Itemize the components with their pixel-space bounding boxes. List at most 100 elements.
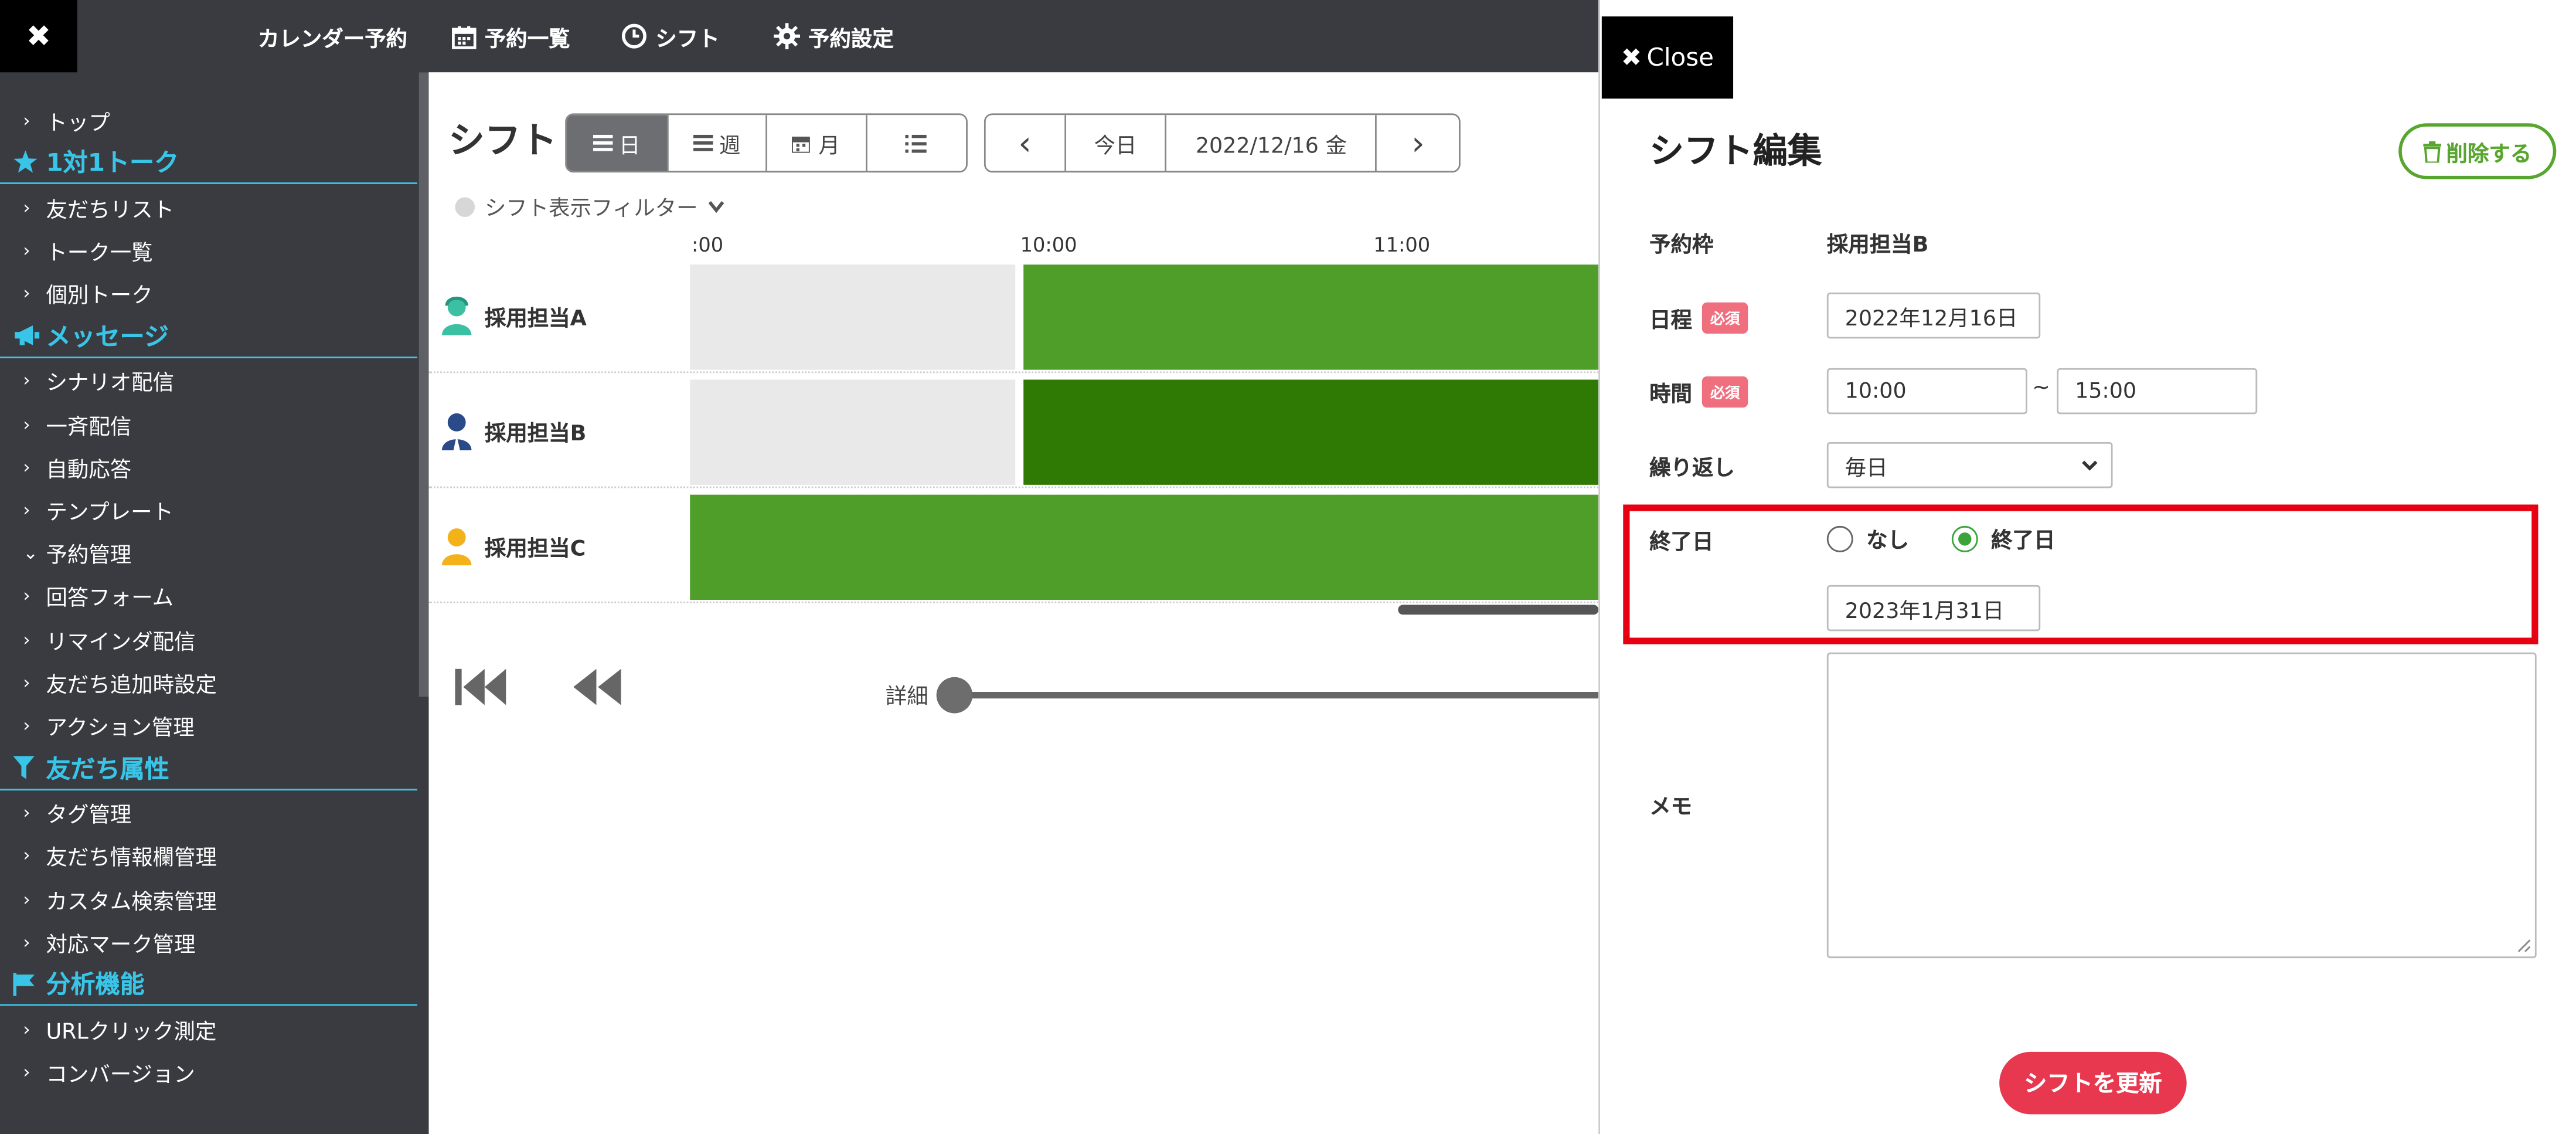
unavailable-slot	[690, 379, 1016, 485]
view-list-button[interactable]	[866, 115, 967, 171]
chevron-right-icon: ›	[23, 585, 30, 607]
sidebar-section-header: 友だち属性	[0, 747, 417, 790]
shift-bar-selected[interactable]	[1023, 379, 1599, 485]
sidebar-item[interactable]: › リマインダ配信	[0, 618, 417, 661]
skip-first-icon[interactable]	[455, 667, 508, 707]
flag-icon	[13, 973, 46, 996]
sidebar-close-button[interactable]: ✖	[0, 0, 77, 73]
chevron-right-icon: ›	[23, 845, 30, 867]
shift-row: 採用担当C	[428, 490, 1599, 603]
sidebar-item-label: URLクリック測定	[46, 1020, 217, 1045]
slot-value: 採用担当B	[1826, 233, 1929, 259]
delete-label: 削除する	[2446, 142, 2532, 167]
sidebar-item[interactable]: › 友だちリスト	[0, 186, 417, 229]
end-date-radio[interactable]: 終了日	[1951, 522, 2055, 554]
current-date-button[interactable]: 2022/12/16 金	[1166, 115, 1377, 171]
sidebar-item-label: 友だち情報欄管理	[46, 847, 217, 872]
sidebar-item-label: 個別トーク	[46, 284, 153, 310]
sidebar-item-label: リマインダ配信	[46, 630, 196, 655]
delete-button[interactable]: 削除する	[2398, 123, 2557, 179]
current-date-label: 2022/12/16 金	[1195, 134, 1347, 159]
sidebar-item[interactable]: › 対応マーク管理	[0, 921, 417, 963]
chevron-right-icon: ›	[23, 499, 30, 521]
sidebar-item[interactable]: › カスタム検索管理	[0, 878, 417, 921]
view-month-button[interactable]: 月	[767, 115, 867, 171]
nav-booking-settings[interactable]: 予約設定	[774, 0, 894, 72]
sidebar-item[interactable]: › アクション管理	[0, 704, 417, 747]
sidebar-item-label: 回答フォーム	[46, 587, 174, 612]
resize-handle-icon[interactable]	[2517, 938, 2531, 953]
chevron-right-icon: ›	[23, 283, 30, 304]
rewind-icon[interactable]	[570, 667, 623, 707]
shift-bar[interactable]	[690, 494, 1599, 600]
sidebar-item[interactable]: › タグ管理	[0, 792, 417, 834]
sidebar-item[interactable]: ⌄ 予約管理	[0, 532, 417, 575]
required-badge: 必須	[1702, 376, 1748, 408]
update-shift-button[interactable]: シフトを更新	[1999, 1051, 2187, 1115]
sidebar-item-label: アクション管理	[46, 716, 195, 741]
sidebar-item[interactable]: › テンプレート	[0, 489, 417, 532]
bullet-list-icon	[906, 134, 927, 152]
sidebar-item[interactable]: › トーク一覧	[0, 229, 417, 272]
chevron-down-icon	[707, 200, 724, 213]
zoom-slider-knob[interactable]	[936, 677, 973, 714]
unavailable-slot	[690, 264, 1016, 370]
sidebar-item[interactable]: › シナリオ配信	[0, 359, 417, 402]
next-day-button[interactable]: ›	[1377, 115, 1459, 171]
view-day-button[interactable]: 日	[567, 115, 668, 171]
chevron-right-icon: ›	[23, 714, 30, 736]
sidebar-item[interactable]: › コンバージョン	[0, 1051, 417, 1094]
today-label: 今日	[1094, 134, 1137, 159]
list-icon	[593, 134, 612, 151]
sidebar-item-label: 友だちリスト	[46, 198, 175, 223]
repeat-select[interactable]: 毎日	[1826, 442, 2113, 488]
chevron-right-icon: ›	[1411, 123, 1425, 163]
sidebar-item[interactable]: › トップ	[0, 99, 417, 141]
end-time-input[interactable]: 15:00	[2057, 368, 2258, 415]
sidebar-item-label: テンプレート	[46, 501, 174, 526]
nav-calendar-booking[interactable]: カレンダー予約	[258, 0, 407, 72]
shift-filter-toggle[interactable]: シフト表示フィルター	[455, 191, 724, 222]
sidebar-item[interactable]: › 自動応答	[0, 446, 417, 488]
shift-edit-panel: ✖ Close シフト編集 削除する 予約枠 採用担当B 日程 必須 2022年…	[1598, 0, 2576, 1134]
sidebar-item[interactable]: › 友だち追加時設定	[0, 661, 417, 704]
sidebar-item-label: コンバージョン	[46, 1063, 195, 1088]
sidebar-item-label: トップ	[46, 111, 110, 136]
memo-textarea[interactable]	[1826, 652, 2537, 959]
time-tick: 11:00	[1373, 233, 1431, 257]
panel-close-button[interactable]: ✖ Close	[1601, 16, 1734, 99]
sidebar-item[interactable]: › 一斉配信	[0, 403, 417, 446]
radio-off-icon	[1826, 525, 1853, 552]
shift-row: 採用担当A	[428, 260, 1599, 374]
nav-label: 予約設定	[808, 27, 894, 52]
highlight-box	[1623, 504, 2538, 644]
shift-bar[interactable]	[1023, 264, 1599, 370]
filter-icon	[13, 756, 46, 779]
today-button[interactable]: 今日	[1066, 115, 1167, 171]
start-time-input[interactable]: 10:00	[1826, 368, 2027, 415]
chevron-right-icon: ›	[23, 456, 30, 478]
date-input[interactable]: 2022年12月16日	[1826, 292, 2041, 339]
repeat-value: 毎日	[1845, 456, 1888, 481]
calendar-icon	[792, 134, 811, 152]
timeline-scrollbar[interactable]	[1398, 605, 1599, 615]
sidebar-item-label: トーク一覧	[46, 241, 153, 266]
nav-booking-list[interactable]: 予約一覧	[452, 0, 570, 72]
calendar-icon	[452, 24, 477, 49]
sidebar-item[interactable]: › URLクリック測定	[0, 1008, 417, 1051]
sidebar-item[interactable]: › 友だち情報欄管理	[0, 834, 417, 877]
end-none-radio[interactable]: なし	[1826, 522, 1909, 554]
end-date-input[interactable]: 2023年1月31日	[1826, 585, 2041, 631]
view-week-button[interactable]: 週	[668, 115, 767, 171]
field-label: 予約枠	[1649, 233, 1714, 259]
sidebar-item[interactable]: › 回答フォーム	[0, 575, 417, 617]
sidebar-item[interactable]: › 個別トーク	[0, 272, 417, 315]
sidebar-scrollbar[interactable]	[418, 72, 429, 697]
clock-icon	[621, 23, 647, 49]
nav-shift[interactable]: シフト	[621, 0, 720, 72]
nav-label: 予約一覧	[484, 27, 570, 52]
zoom-slider-track[interactable]	[938, 692, 1599, 699]
prev-day-button[interactable]: ‹	[985, 115, 1066, 171]
view-month-label: 月	[818, 134, 840, 159]
nav-label: シフト	[655, 27, 720, 52]
